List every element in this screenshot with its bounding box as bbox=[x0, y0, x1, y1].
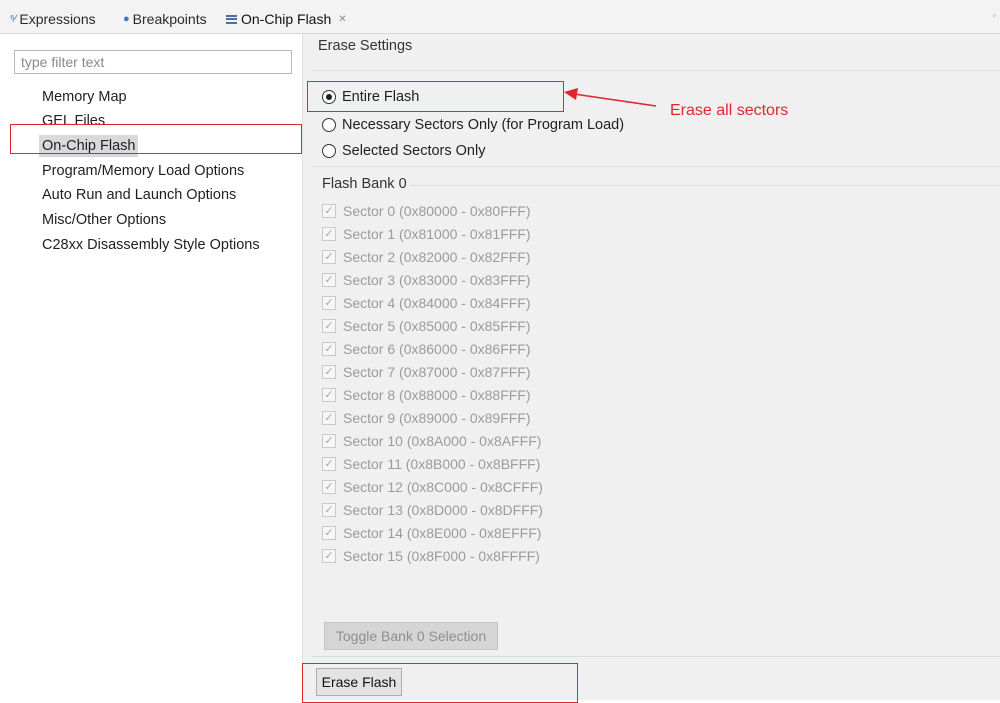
checkbox-checked-disabled[interactable]: ✓ bbox=[322, 526, 336, 540]
radio-selected-sectors-label: Selected Sectors Only bbox=[342, 143, 486, 159]
radio-button[interactable] bbox=[322, 118, 336, 132]
sector-checkbox-9[interactable]: ✓ Sector 9 (0x89000 - 0x89FFF) bbox=[322, 408, 531, 428]
sector-checkbox-10[interactable]: ✓ Sector 10 (0x8A000 - 0x8AFFF) bbox=[322, 431, 541, 451]
radio-button[interactable] bbox=[322, 144, 336, 158]
checkbox-checked-disabled[interactable]: ✓ bbox=[322, 250, 336, 264]
radio-selected-sectors[interactable]: Selected Sectors Only bbox=[322, 140, 485, 162]
tab-expressions-label: Expressions bbox=[19, 11, 96, 27]
flash-bank-group-border bbox=[410, 185, 1000, 186]
annotation-arrow-icon bbox=[564, 88, 657, 107]
filter-input[interactable] bbox=[14, 50, 292, 74]
sector-checkbox-4[interactable]: ✓ Sector 4 (0x84000 - 0x84FFF) bbox=[322, 293, 531, 313]
sector-label: Sector 15 (0x8F000 - 0x8FFFF) bbox=[343, 548, 540, 564]
on-chip-flash-settings: Erase Settings Entire Flash Necessary Se… bbox=[312, 34, 1000, 700]
checkbox-checked-disabled[interactable]: ✓ bbox=[322, 388, 336, 402]
pane-splitter[interactable] bbox=[302, 34, 312, 700]
sector-checkbox-12[interactable]: ✓ Sector 12 (0x8C000 - 0x8CFFF) bbox=[322, 477, 543, 497]
sector-checkbox-8[interactable]: ✓ Sector 8 (0x88000 - 0x88FFF) bbox=[322, 385, 531, 405]
sector-label: Sector 11 (0x8B000 - 0x8BFFF) bbox=[343, 456, 541, 472]
sector-checkbox-0[interactable]: ✓ Sector 0 (0x80000 - 0x80FFF) bbox=[322, 201, 531, 221]
tab-breakpoints[interactable]: ● Breakpoints bbox=[123, 8, 207, 30]
checkbox-checked-disabled[interactable]: ✓ bbox=[322, 411, 336, 425]
checkbox-checked-disabled[interactable]: ✓ bbox=[322, 227, 336, 241]
checkbox-checked-disabled[interactable]: ✓ bbox=[322, 319, 336, 333]
sector-checkbox-3[interactable]: ✓ Sector 3 (0x83000 - 0x83FFF) bbox=[322, 270, 531, 290]
sector-label: Sector 0 (0x80000 - 0x80FFF) bbox=[343, 203, 531, 219]
sector-label: Sector 6 (0x86000 - 0x86FFF) bbox=[343, 341, 531, 357]
nav-item-program-memory-load-options[interactable]: Program/Memory Load Options bbox=[42, 160, 244, 182]
radio-entire-flash[interactable]: Entire Flash bbox=[322, 86, 419, 108]
sector-label: Sector 9 (0x89000 - 0x89FFF) bbox=[343, 410, 531, 426]
radio-necessary-sectors[interactable]: Necessary Sectors Only (for Program Load… bbox=[322, 114, 624, 136]
sector-label: Sector 5 (0x85000 - 0x85FFF) bbox=[343, 318, 531, 334]
checkbox-checked-disabled[interactable]: ✓ bbox=[322, 549, 336, 563]
nav-item-on-chip-flash[interactable]: On-Chip Flash bbox=[39, 135, 139, 157]
sector-label: Sector 7 (0x87000 - 0x87FFF) bbox=[343, 364, 531, 380]
erase-settings-group-bottom bbox=[312, 166, 1000, 167]
checkbox-checked-disabled[interactable]: ✓ bbox=[322, 342, 336, 356]
sector-label: Sector 12 (0x8C000 - 0x8CFFF) bbox=[343, 479, 543, 495]
nav-item-memory-map[interactable]: Memory Map bbox=[42, 86, 127, 108]
erase-settings-title: Erase Settings bbox=[318, 38, 413, 54]
nav-item-auto-run-launch-options[interactable]: Auto Run and Launch Options bbox=[42, 184, 236, 206]
memory-view-icon bbox=[226, 14, 237, 24]
breakpoints-icon: ● bbox=[123, 13, 130, 25]
nav-item-gel-files[interactable]: GEL Files bbox=[42, 110, 105, 132]
sector-label: Sector 2 (0x82000 - 0x82FFF) bbox=[343, 249, 531, 265]
tab-breakpoints-label: Breakpoints bbox=[132, 11, 207, 27]
radio-necessary-sectors-label: Necessary Sectors Only (for Program Load… bbox=[342, 117, 625, 133]
tab-expressions[interactable]: ⁶⁄ Expressions bbox=[10, 8, 96, 30]
flash-bank-group-bottom bbox=[312, 656, 1000, 657]
checkbox-checked-disabled[interactable]: ✓ bbox=[322, 296, 336, 310]
sector-label: Sector 10 (0x8A000 - 0x8AFFF) bbox=[343, 433, 542, 449]
sector-label: Sector 14 (0x8E000 - 0x8EFFF) bbox=[343, 525, 542, 541]
checkbox-checked-disabled[interactable]: ✓ bbox=[322, 434, 336, 448]
sector-label: Sector 13 (0x8D000 - 0x8DFFF) bbox=[343, 502, 543, 518]
tab-on-chip-flash[interactable]: On-Chip Flash ✕ bbox=[226, 8, 347, 30]
nav-item-c28xx-disassembly-style-options[interactable]: C28xx Disassembly Style Options bbox=[42, 234, 260, 256]
toggle-bank-0-selection-button[interactable]: Toggle Bank 0 Selection bbox=[324, 622, 498, 650]
checkbox-checked-disabled[interactable]: ✓ bbox=[322, 503, 336, 517]
view-menu-icon[interactable]: ▫ bbox=[993, 10, 996, 20]
sector-checkbox-5[interactable]: ✓ Sector 5 (0x85000 - 0x85FFF) bbox=[322, 316, 531, 336]
sector-checkbox-1[interactable]: ✓ Sector 1 (0x81000 - 0x81FFF) bbox=[322, 224, 531, 244]
sector-label: Sector 1 (0x81000 - 0x81FFF) bbox=[343, 226, 531, 242]
sector-checkbox-15[interactable]: ✓ Sector 15 (0x8F000 - 0x8FFFF) bbox=[322, 546, 540, 566]
sector-label: Sector 3 (0x83000 - 0x83FFF) bbox=[343, 272, 531, 288]
close-tab-icon[interactable]: ✕ bbox=[338, 14, 346, 25]
erase-flash-button[interactable]: Erase Flash bbox=[316, 668, 402, 696]
sector-checkbox-11[interactable]: ✓ Sector 11 (0x8B000 - 0x8BFFF) bbox=[322, 454, 540, 474]
checkbox-checked-disabled[interactable]: ✓ bbox=[322, 480, 336, 494]
nav-item-misc-other-options[interactable]: Misc/Other Options bbox=[42, 209, 166, 231]
expressions-icon: ⁶⁄ bbox=[10, 13, 17, 25]
radio-entire-flash-label: Entire Flash bbox=[342, 89, 420, 105]
checkbox-checked-disabled[interactable]: ✓ bbox=[322, 204, 336, 218]
sector-label: Sector 4 (0x84000 - 0x84FFF) bbox=[343, 295, 531, 311]
sector-checkbox-13[interactable]: ✓ Sector 13 (0x8D000 - 0x8DFFF) bbox=[322, 500, 543, 520]
checkbox-checked-disabled[interactable]: ✓ bbox=[322, 457, 336, 471]
checkbox-checked-disabled[interactable]: ✓ bbox=[322, 273, 336, 287]
sector-checkbox-7[interactable]: ✓ Sector 7 (0x87000 - 0x87FFF) bbox=[322, 362, 531, 382]
annotation-erase-all-sectors: Erase all sectors bbox=[670, 102, 789, 119]
radio-button-checked[interactable] bbox=[322, 90, 336, 104]
sector-checkbox-6[interactable]: ✓ Sector 6 (0x86000 - 0x86FFF) bbox=[322, 339, 531, 359]
erase-settings-group-border bbox=[312, 70, 1000, 71]
checkbox-checked-disabled[interactable]: ✓ bbox=[322, 365, 336, 379]
view-tab-bar: ⁶⁄ Expressions ● Breakpoints On-Chip Fla… bbox=[0, 0, 1000, 34]
flash-bank-0-title: Flash Bank 0 bbox=[322, 176, 407, 192]
settings-navigation: Memory Map GEL Files On-Chip Flash Progr… bbox=[0, 34, 302, 700]
sector-label: Sector 8 (0x88000 - 0x88FFF) bbox=[343, 387, 531, 403]
tab-on-chip-flash-label: On-Chip Flash bbox=[241, 11, 332, 27]
sector-checkbox-2[interactable]: ✓ Sector 2 (0x82000 - 0x82FFF) bbox=[322, 247, 531, 267]
sector-checkbox-14[interactable]: ✓ Sector 14 (0x8E000 - 0x8EFFF) bbox=[322, 523, 541, 543]
